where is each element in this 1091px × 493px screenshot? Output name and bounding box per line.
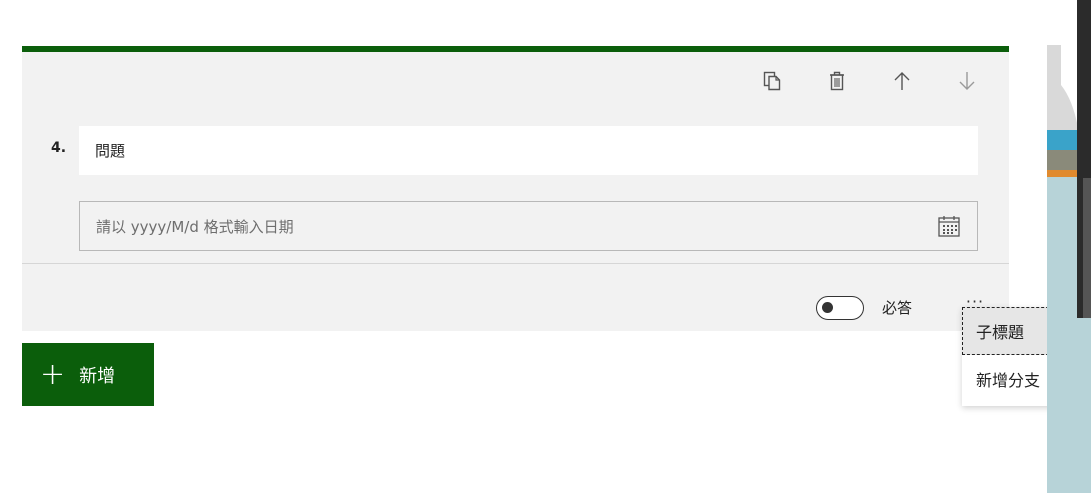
lab-flask-illustration [1047,0,1091,493]
trash-icon [830,71,844,91]
delete-question-button[interactable] [819,66,855,96]
copy-question-button[interactable] [754,66,790,96]
question-toolbar [754,66,985,96]
move-up-button[interactable] [884,66,920,96]
add-button-label: 新增 [79,365,116,387]
copy-icon [763,71,781,91]
question-title-text: 問題 [95,142,126,160]
side-illustration [1047,0,1091,493]
menu-item-subtitle[interactable]: 子標題 [962,307,1059,355]
question-number: 4. [51,140,67,156]
question-card: 4. 問題 請以 yyyy/M/d 格式輸入日期 必答 ··· [22,46,1009,331]
question-title-input[interactable]: 問題 [79,126,978,175]
more-options-menu: 子標題 新增分支 [962,307,1059,406]
plus-icon: + [40,356,66,392]
move-down-button[interactable] [949,66,985,96]
menu-item-add-branch[interactable]: 新增分支 [962,355,1059,403]
arrow-up-icon [894,72,910,90]
calendar-icon [938,216,960,237]
required-toggle[interactable] [816,296,864,320]
card-divider [22,263,1009,264]
date-placeholder: 請以 yyyy/M/d 格式輸入日期 [96,217,294,236]
arrow-down-icon [959,72,975,90]
required-label: 必答 [882,299,913,317]
add-question-button[interactable]: + 新增 [22,343,154,406]
calendar-button[interactable] [937,214,961,238]
date-answer-input[interactable]: 請以 yyyy/M/d 格式輸入日期 [79,201,978,251]
toggle-knob [822,302,833,313]
